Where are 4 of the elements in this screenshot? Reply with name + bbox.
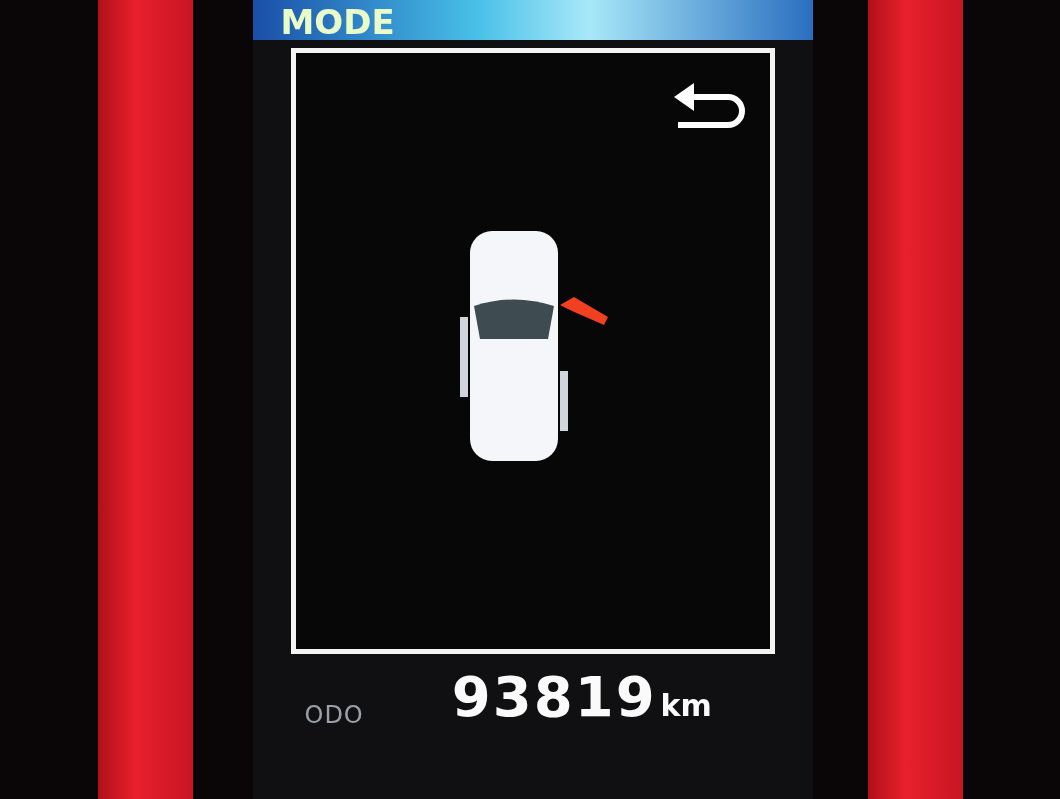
odometer-unit: km	[660, 688, 712, 723]
odometer-label: ODO	[304, 701, 364, 729]
mode-title: MODE	[280, 3, 395, 40]
odometer-value: 93819	[451, 664, 657, 729]
